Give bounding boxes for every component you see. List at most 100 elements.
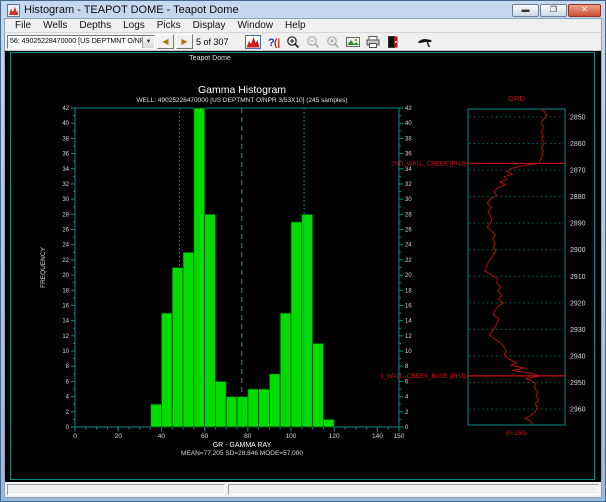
svg-text:4: 4 [66, 395, 70, 401]
depth-label: 2960 [570, 407, 586, 414]
svg-text:FREQUENCY: FREQUENCY [40, 246, 47, 287]
titlebar[interactable]: Histogram - TEAPOT DOME - Teapot Dome ▬ … [1, 1, 605, 18]
chevron-down-icon[interactable]: ▼ [142, 36, 154, 48]
well-info-icon[interactable]: ?(| [263, 34, 283, 50]
histogram-bar [237, 397, 248, 427]
next-well-button[interactable]: ▶ [176, 34, 193, 49]
scale-range-label: (0-150) [506, 430, 527, 437]
svg-text:22: 22 [62, 258, 69, 264]
svg-text:GR - GAMMA RAY: GR - GAMMA RAY [213, 442, 272, 449]
app-window: Histogram - TEAPOT DOME - Teapot Dome ▬ … [0, 0, 606, 502]
histogram-icon[interactable] [243, 34, 263, 50]
menu-logs[interactable]: Logs [117, 19, 151, 32]
formation-top-label: 2ND_WALL_CREEK [PHJ] [391, 160, 465, 167]
svg-text:40: 40 [62, 121, 69, 127]
svg-text:0: 0 [73, 433, 77, 440]
statusbar [5, 482, 601, 497]
depth-label: 2900 [570, 247, 586, 254]
histogram-bar [291, 222, 302, 427]
svg-text:Gamma Histogram: Gamma Histogram [198, 84, 286, 96]
close-button[interactable]: ✕ [568, 4, 601, 17]
menu-display[interactable]: Display [187, 19, 232, 32]
svg-text:12: 12 [62, 334, 69, 340]
window-body: FileWellsDepthsLogsPicksDisplayWindowHel… [4, 18, 602, 498]
previous-well-button[interactable]: ◀ [157, 34, 174, 49]
histogram-bar [194, 108, 205, 427]
histogram-bar [183, 252, 194, 427]
hammer-icon[interactable] [415, 34, 435, 50]
well-selector-value: 56: 49025228470000 [US DEPTMNT O/NPR [8, 36, 142, 48]
svg-text:0: 0 [66, 425, 70, 431]
svg-text:30: 30 [62, 197, 69, 203]
menu-file[interactable]: File [9, 19, 37, 32]
svg-text:32: 32 [62, 182, 69, 188]
log-track-border [468, 109, 565, 425]
zoom-reset-icon [323, 34, 343, 50]
depth-label: 2920 [570, 300, 586, 307]
histogram-bar [226, 397, 237, 427]
histogram-bar [259, 389, 270, 427]
svg-text:36: 36 [62, 152, 69, 158]
histogram-axes [71, 108, 403, 432]
histogram-bar [313, 343, 324, 427]
svg-text:2: 2 [66, 410, 70, 416]
histogram-bars [151, 108, 335, 427]
svg-text:20: 20 [62, 273, 69, 279]
histogram-bar [151, 404, 162, 427]
menu-picks[interactable]: Picks [151, 19, 187, 32]
depth-label: 2940 [570, 353, 586, 360]
svg-text:14: 14 [62, 319, 69, 325]
status-cell-right [228, 484, 599, 495]
histogram-bar [215, 381, 226, 427]
depth-label: 2950 [570, 380, 586, 387]
menu-help[interactable]: Help [279, 19, 312, 32]
depth-label: 2870 [570, 168, 586, 175]
zoom-out-icon [303, 34, 323, 50]
project-title: Teapot Dome [165, 55, 255, 62]
snapshot-icon[interactable] [343, 34, 363, 50]
depth-label: 2880 [570, 194, 586, 201]
svg-text:40: 40 [158, 433, 166, 440]
menu-wells[interactable]: Wells [37, 19, 73, 32]
depth-label: 2910 [570, 274, 586, 281]
grd-curve [485, 109, 547, 424]
svg-text:38: 38 [62, 136, 69, 142]
histogram-bar [269, 374, 280, 427]
well-position-text: 5 of 307 [196, 37, 229, 47]
svg-text:10: 10 [62, 349, 69, 355]
print-icon[interactable] [363, 34, 383, 50]
depth-label: 2860 [570, 141, 586, 148]
grd-log-track: GRD2850286028702880289029002910292029302… [381, 89, 601, 445]
formation-top-label: 2ND_WALL_CREEK_BASE [PHJ] [381, 373, 465, 380]
toolbar: 56: 49025228470000 [US DEPTMNT O/NPR ▼ ◀… [5, 33, 601, 51]
svg-text:6: 6 [66, 379, 70, 385]
zoom-in-icon[interactable] [283, 34, 303, 50]
menu-window[interactable]: Window [231, 19, 279, 32]
histogram-bar [172, 268, 183, 428]
gamma-histogram-chart: Gamma HistogramWELL: 49025228470000 [US … [35, 63, 415, 463]
svg-text:42: 42 [62, 106, 69, 112]
plot-client-area: Teapot Dome Gamma HistogramWELL: 4902522… [5, 51, 601, 482]
svg-text:80: 80 [244, 433, 252, 440]
app-icon [7, 4, 20, 17]
depth-label: 2890 [570, 221, 586, 228]
status-cell-left [7, 484, 225, 495]
svg-text:WELL: 49025228470000 [US DEPTM: WELL: 49025228470000 [US DEPTMNT O/NPR 3… [137, 97, 348, 104]
minimize-button[interactable]: ▬ [512, 4, 539, 17]
svg-text:20: 20 [115, 433, 123, 440]
well-selector[interactable]: 56: 49025228470000 [US DEPTMNT O/NPR ▼ [7, 35, 155, 49]
svg-text:100: 100 [286, 433, 297, 440]
exit-icon[interactable] [383, 34, 403, 50]
histogram-bar [302, 214, 313, 427]
restore-button[interactable]: ❐ [540, 4, 567, 17]
curve-title: GRD [508, 94, 525, 103]
histogram-bar [161, 313, 172, 427]
menu-depths[interactable]: Depths [73, 19, 117, 32]
svg-text:60: 60 [201, 433, 209, 440]
svg-text:26: 26 [62, 228, 69, 234]
svg-text:18: 18 [62, 288, 69, 294]
histogram-bar [280, 313, 291, 427]
svg-text:MEAN=77.205 SD=28.846 MODE=57.: MEAN=77.205 SD=28.846 MODE=57.000 [181, 450, 303, 457]
svg-text:34: 34 [62, 167, 69, 173]
depth-label: 2930 [570, 327, 586, 334]
